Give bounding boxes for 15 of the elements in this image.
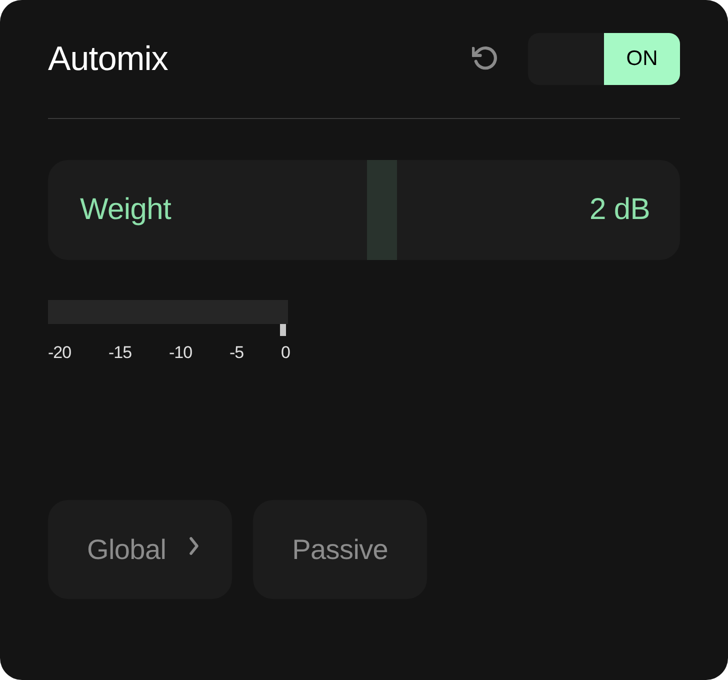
slider-thumb[interactable] — [367, 160, 398, 260]
reset-icon[interactable] — [472, 46, 498, 72]
scale-label: -10 — [168, 343, 192, 363]
on-off-toggle[interactable]: ON — [528, 33, 680, 85]
mode-button[interactable]: Passive — [253, 500, 428, 599]
scale-label: -5 — [229, 343, 244, 363]
mode-button[interactable]: Global — [48, 500, 232, 599]
slider-label: Weight — [80, 193, 172, 227]
scale-label: 0 — [280, 343, 290, 363]
slider-value: 2 dB — [589, 193, 650, 227]
chevron-right-icon — [189, 536, 200, 556]
scale-label: -15 — [108, 343, 132, 363]
scale-label: -20 — [48, 343, 72, 363]
panel-title: Automix — [48, 39, 168, 79]
weight-slider[interactable]: Weight 2 dB — [48, 160, 680, 260]
